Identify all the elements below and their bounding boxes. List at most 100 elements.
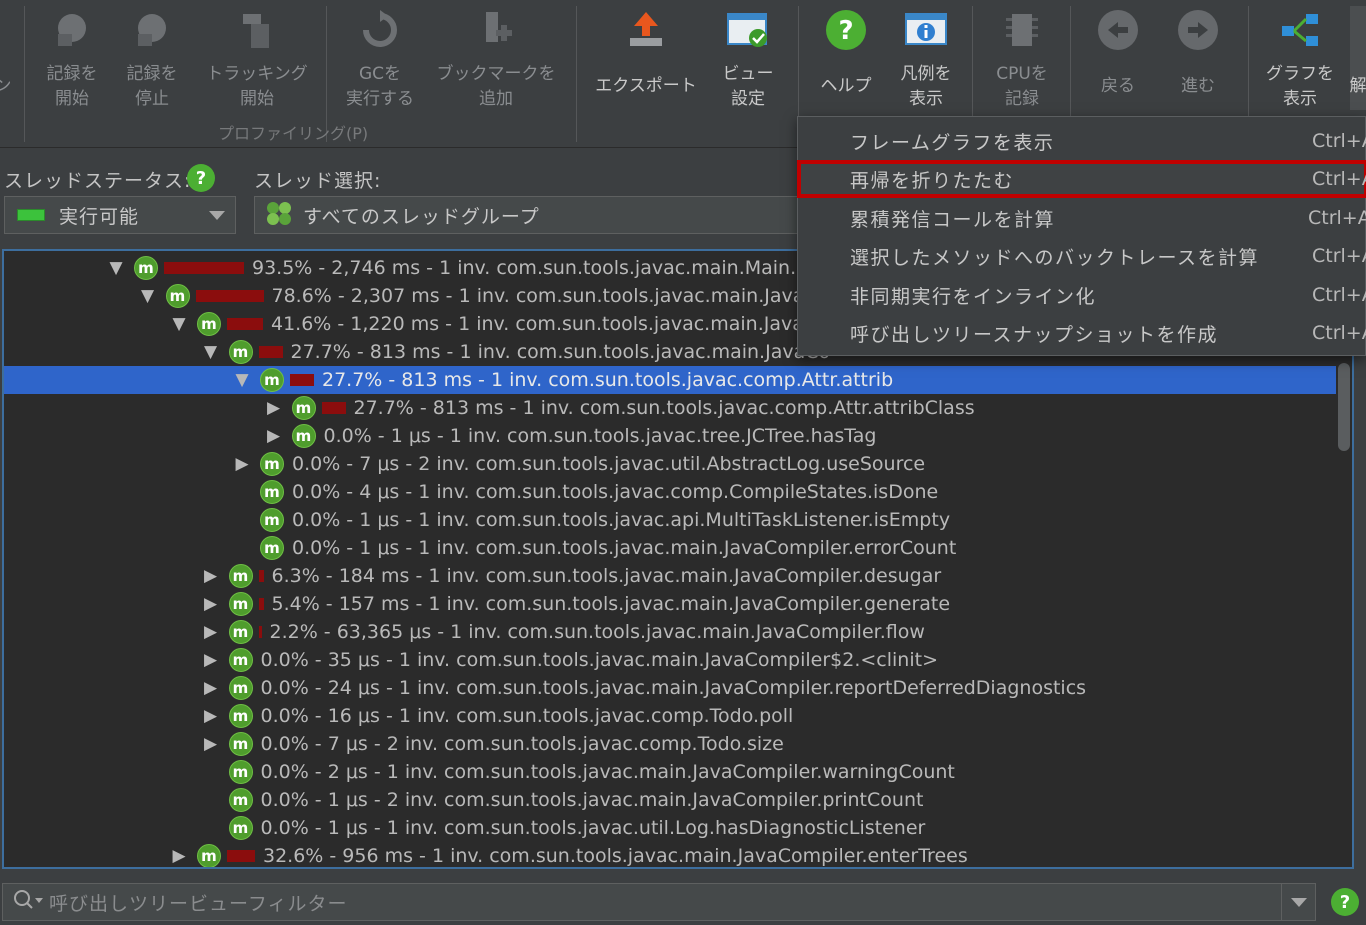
expand-arrow-icon[interactable]: ▶	[199, 678, 223, 698]
start-tracking-button[interactable]: トラッキング 開始	[198, 6, 316, 114]
menu-item-inline-async[interactable]: 非同期実行をインライン化 Ctrl+A	[798, 277, 1366, 313]
collapse-arrow-icon[interactable]: ▼	[199, 342, 223, 362]
start-recording-button[interactable]: 記録を 開始	[36, 6, 108, 114]
expand-arrow-icon[interactable]: ▶	[199, 566, 223, 586]
show-graph-button[interactable]: グラフを 表示	[1260, 6, 1340, 114]
method-icon: m	[228, 676, 253, 700]
call-tree-row[interactable]: m 0.0% - 1 μs - 1 inv. com.sun.tools.java…	[4, 506, 1338, 534]
expand-arrow-icon[interactable]: ▶	[199, 734, 223, 754]
call-tree-row-text: 0.0% - 1 μs - 1 inv. com.sun.tools.javac…	[292, 537, 957, 559]
thread-group-icon	[265, 200, 293, 231]
thread-status-combo[interactable]: 実行可能	[4, 196, 236, 234]
call-tree-row[interactable]: m 0.0% - 1 μs - 2 inv. com.sun.tools.java…	[4, 786, 1338, 814]
gc-icon	[358, 8, 402, 52]
thread-select-label: スレッド選択:	[254, 170, 382, 192]
thread-status-value: 実行可能	[59, 205, 140, 228]
export-button[interactable]: エクスポート	[588, 6, 704, 114]
filter-help-icon[interactable]: ?	[1331, 888, 1359, 916]
filter-history-dropdown[interactable]	[1281, 884, 1315, 920]
call-tree-row[interactable]: ▶ m 27.7% - 813 ms - 1 inv. com.sun.tools.…	[4, 394, 1338, 422]
cpu-icon	[1000, 8, 1044, 52]
toolbar-partial-button[interactable]: ン	[0, 6, 10, 114]
call-tree-row[interactable]: ▶ m 0.0% - 35 μs - 1 inv. com.sun.tools.ja…	[4, 646, 1338, 674]
call-tree-row[interactable]: ▶ m 0.0% - 16 μs - 1 inv. com.sun.tools.ja…	[4, 702, 1338, 730]
menu-item-show-flame-graph[interactable]: フレームグラフを表示 Ctrl+A	[798, 123, 1366, 159]
expand-arrow-icon[interactable]: ▶	[262, 398, 286, 418]
back-button[interactable]: 戻る	[1084, 6, 1152, 114]
thread-status-label: スレッドステータス:	[4, 170, 192, 192]
record-stop-icon	[130, 8, 174, 52]
call-tree-row[interactable]: m 0.0% - 4 μs - 1 inv. com.sun.tools.java…	[4, 478, 1338, 506]
call-tree-row[interactable]: m 0.0% - 1 μs - 1 inv. com.sun.tools.java…	[4, 534, 1338, 562]
menu-item-label: 累積発信コールを計算	[850, 208, 1056, 231]
record-cpu-button[interactable]: CPUを 記録	[984, 6, 1060, 114]
call-tree-row[interactable]: ▶ m 0.0% - 7 μs - 2 inv. com.sun.tools.jav…	[4, 450, 1338, 478]
add-bookmark-button[interactable]: ブックマークを 追加	[430, 6, 562, 114]
call-tree-row[interactable]: ▶ m 6.3% - 184 ms - 1 inv. com.sun.tools.j…	[4, 562, 1338, 590]
analyze-button[interactable]: 解	[1350, 6, 1366, 110]
view-settings-button[interactable]: ビュー 設定	[714, 6, 782, 114]
expand-arrow-icon[interactable]: ▶	[230, 454, 254, 474]
method-icon: m	[197, 844, 221, 867]
call-tree-scroll-thumb[interactable]	[1338, 363, 1350, 451]
time-percent-bar	[227, 318, 263, 330]
method-icon: m	[165, 284, 190, 308]
forward-label: 進む	[1181, 76, 1215, 96]
call-tree-row[interactable]: ▶ m 2.2% - 63,365 μs - 1 inv. com.sun.tool…	[4, 618, 1338, 646]
forward-button[interactable]: 進む	[1164, 6, 1232, 114]
thread-select-combo[interactable]: すべてのスレッドグループ	[254, 196, 814, 234]
menu-item-backtraces-to-method[interactable]: 選択したメソッドへのバックトレースを計算 Ctrl+A	[798, 238, 1366, 274]
method-icon: m	[228, 816, 253, 840]
call-tree-row[interactable]: ▶ m 32.6% - 956 ms - 1 inv. com.sun.tools.…	[4, 842, 1338, 867]
method-icon: m	[260, 452, 284, 476]
collapse-arrow-icon[interactable]: ▼	[230, 370, 254, 390]
call-tree-row-text: 0.0% - 7 μs - 2 inv. com.sun.tools.javac…	[292, 453, 926, 475]
menu-item-cumulative-outgoing-calls[interactable]: 累積発信コールを計算 Ctrl+A	[798, 200, 1366, 236]
collapse-arrow-icon[interactable]: ▼	[167, 314, 191, 334]
run-gc-label: GCを 実行する	[346, 64, 414, 109]
expand-arrow-icon[interactable]: ▶	[199, 622, 223, 642]
expand-arrow-icon[interactable]: ▶	[167, 846, 191, 866]
expand-arrow-icon[interactable]: ▶	[199, 650, 223, 670]
call-tree-row[interactable]: ▶ m 0.0% - 1 μs - 1 inv. com.sun.tools.jav…	[4, 422, 1338, 450]
call-tree-row[interactable]: ▶ m 5.4% - 157 ms - 1 inv. com.sun.tools.j…	[4, 590, 1338, 618]
menu-item-create-snapshot[interactable]: 呼び出しツリースナップショットを作成 Ctrl+A	[798, 315, 1366, 351]
export-label: エクスポート	[595, 76, 697, 96]
method-icon: m	[228, 788, 253, 812]
call-tree-row[interactable]: m 0.0% - 1 μs - 1 inv. com.sun.tools.java…	[4, 814, 1338, 842]
toolbar-separator	[24, 6, 25, 142]
method-icon: m	[228, 592, 253, 616]
help-button[interactable]: ? ヘルプ	[810, 6, 882, 114]
context-menu: フレームグラフを表示 Ctrl+A 再帰を折りたたむ Ctrl+A 累積発信コー…	[797, 116, 1366, 356]
record-start-icon	[50, 8, 94, 52]
call-tree-filter[interactable]: 呼び出しツリービューフィルター	[2, 883, 1316, 921]
view-settings-icon	[726, 8, 770, 52]
collapse-arrow-icon[interactable]: ▼	[136, 286, 160, 306]
expand-arrow-icon[interactable]: ▶	[199, 706, 223, 726]
stop-recording-button[interactable]: 記録を 停止	[116, 6, 188, 114]
thread-status-help-icon[interactable]: ?	[187, 164, 215, 192]
run-gc-button[interactable]: GCを 実行する	[338, 6, 422, 114]
call-tree-row[interactable]: ▼ m 27.7% - 813 ms - 1 inv. com.sun.tools.…	[4, 366, 1338, 394]
expand-arrow-icon[interactable]: ▶	[199, 594, 223, 614]
method-icon: m	[228, 340, 253, 364]
call-tree-row-text: 0.0% - 7 μs - 2 inv. com.sun.tools.javac…	[260, 733, 784, 755]
call-tree-row[interactable]: m 0.0% - 2 μs - 1 inv. com.sun.tools.java…	[4, 758, 1338, 786]
call-tree-row[interactable]: ▶ m 0.0% - 7 μs - 2 inv. com.sun.tools.jav…	[4, 730, 1338, 758]
method-icon: m	[228, 704, 253, 728]
start-tracking-label: トラッキング 開始	[206, 64, 308, 109]
show-legend-label: 凡例を 表示	[900, 64, 952, 109]
call-tree-row[interactable]: ▶ m 0.0% - 24 μs - 1 inv. com.sun.tools.ja…	[4, 674, 1338, 702]
call-tree-row-text: 32.6% - 956 ms - 1 inv. com.sun.tools.ja…	[263, 845, 968, 867]
menu-item-shortcut: Ctrl+A	[1308, 207, 1366, 229]
expand-arrow-icon[interactable]: ▶	[262, 426, 286, 446]
search-icon	[13, 889, 43, 915]
analyze-label: 解	[1350, 76, 1366, 96]
call-tree-row-text: 27.7% - 813 ms - 1 inv. com.sun.tools.ja…	[353, 397, 975, 419]
show-legend-button[interactable]: 凡例を 表示	[890, 6, 962, 114]
menu-item-collapse-recursion[interactable]: 再帰を折りたたむ Ctrl+A	[797, 160, 1366, 198]
call-tree-row-text: 0.0% - 16 μs - 1 inv. com.sun.tools.java…	[260, 705, 794, 727]
collapse-arrow-icon[interactable]: ▼	[104, 258, 128, 278]
method-icon: m	[134, 256, 158, 280]
call-tree-row-text: 0.0% - 1 μs - 1 inv. com.sun.tools.javac…	[292, 509, 951, 531]
